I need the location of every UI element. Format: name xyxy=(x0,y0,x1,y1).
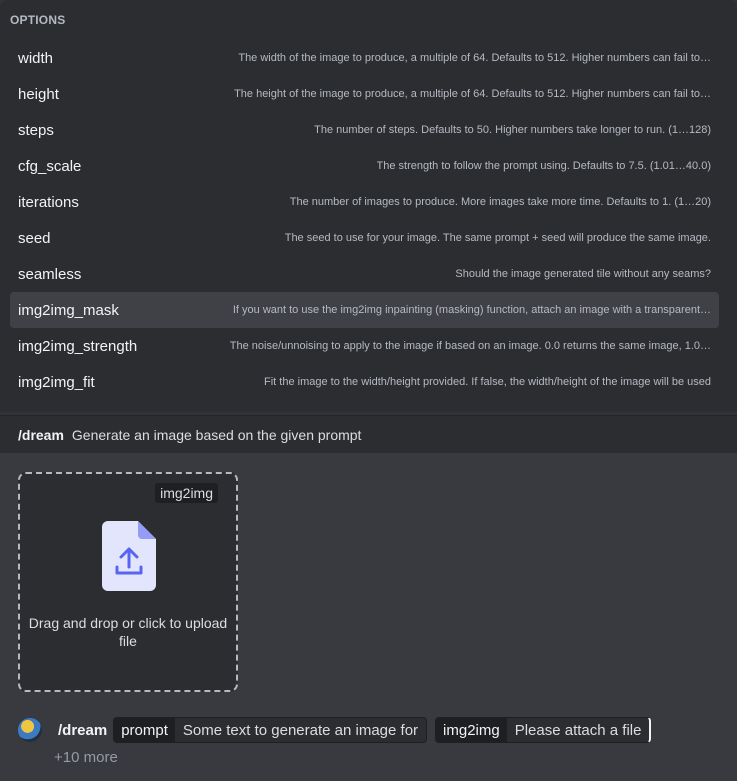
avatar xyxy=(18,718,42,742)
options-panel: OPTIONS width The width of the image to … xyxy=(0,0,737,412)
option-name: img2img_fit xyxy=(18,373,95,391)
bar-command-name: /dream xyxy=(58,721,108,739)
option-description: The seed to use for your image. The same… xyxy=(284,232,711,244)
param-value[interactable]: Some text to generate an image for xyxy=(175,718,426,742)
option-description: Fit the image to the width/height provid… xyxy=(264,376,711,388)
option-name: img2img_strength xyxy=(18,337,138,355)
param-key: prompt xyxy=(114,718,175,742)
option-name: seamless xyxy=(18,265,82,283)
option-name: iterations xyxy=(18,193,79,211)
option-cfg-scale[interactable]: cfg_scale The strength to follow the pro… xyxy=(10,148,719,184)
option-name: img2img_mask xyxy=(18,301,119,319)
command-description: Generate an image based on the given pro… xyxy=(71,426,362,443)
param-key: img2img xyxy=(436,718,507,742)
option-description: The number of images to produce. More im… xyxy=(289,196,711,208)
file-upload-dropzone[interactable]: img2img Drag and drop or click to upload… xyxy=(18,472,238,692)
option-description: The noise/unnoising to apply to the imag… xyxy=(229,340,711,352)
option-name: seed xyxy=(18,229,51,247)
option-name: cfg_scale xyxy=(18,157,82,175)
option-description: If you want to use the img2img inpaintin… xyxy=(232,304,711,316)
file-upload-icon xyxy=(102,521,156,591)
param-value[interactable]: Please attach a file xyxy=(507,718,650,742)
option-list: width The width of the image to produce,… xyxy=(10,40,719,400)
option-img2img-mask[interactable]: img2img_mask If you want to use the img2… xyxy=(10,292,719,328)
options-header: OPTIONS xyxy=(10,13,66,27)
option-description: The width of the image to produce, a mul… xyxy=(238,52,711,64)
command-name: /dream xyxy=(18,426,64,443)
option-iterations[interactable]: iterations The number of images to produ… xyxy=(10,184,719,220)
option-name: width xyxy=(18,49,54,67)
command-bar[interactable]: /dream prompt Some text to generate an i… xyxy=(18,715,718,745)
option-img2img-strength[interactable]: img2img_strength The noise/unnoising to … xyxy=(10,328,719,364)
option-description: The number of steps. Defaults to 50. Hig… xyxy=(314,124,711,136)
option-img2img-fit[interactable]: img2img_fit Fit the image to the width/h… xyxy=(10,364,719,400)
option-width[interactable]: width The width of the image to produce,… xyxy=(10,40,719,76)
command-header: /dream Generate an image based on the gi… xyxy=(0,415,737,453)
option-steps[interactable]: steps The number of steps. Defaults to 5… xyxy=(10,112,719,148)
more-options-link[interactable]: +10 more xyxy=(54,749,118,766)
option-description: The height of the image to produce, a mu… xyxy=(234,88,711,100)
option-seed[interactable]: seed The seed to use for your image. The… xyxy=(10,220,719,256)
option-description: Should the image generated tile without … xyxy=(455,268,711,280)
param-chip-prompt[interactable]: prompt Some text to generate an image fo… xyxy=(113,717,428,743)
option-seamless[interactable]: seamless Should the image generated tile… xyxy=(10,256,719,292)
option-description: The strength to follow the prompt using.… xyxy=(376,160,711,172)
upload-option-tag: img2img xyxy=(155,483,218,503)
option-name: height xyxy=(18,85,59,103)
option-height[interactable]: height The height of the image to produc… xyxy=(10,76,719,112)
option-name: steps xyxy=(18,121,54,139)
upload-instructions: Drag and drop or click to upload file xyxy=(28,615,228,649)
param-chip-img2img[interactable]: img2img Please attach a file xyxy=(435,717,652,743)
command-input-area: img2img Drag and drop or click to upload… xyxy=(0,453,737,781)
